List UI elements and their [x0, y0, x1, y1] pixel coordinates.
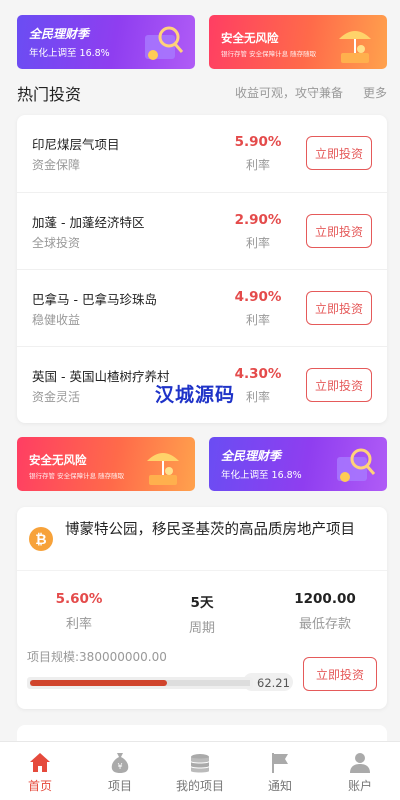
tab-projects[interactable]: ¥ 项目: [80, 742, 160, 800]
banner-subtitle: 年化上调至 16.8%: [29, 48, 110, 59]
tab-label: 我的项目: [175, 779, 224, 793]
tab-label: 项目: [107, 779, 132, 793]
tab-label: 通知: [267, 779, 292, 793]
user-icon: [350, 753, 370, 773]
project-scale: 项目规模:380000000.00: [27, 650, 167, 664]
investment-tag: 稳健收益: [32, 313, 81, 327]
investment-item[interactable]: 巴拿马 - 巴拿马珍珠岛 稳健收益 4.90% 利率 立即投资: [17, 269, 387, 346]
tab-my-projects[interactable]: 我的项目: [160, 742, 240, 800]
tab-home[interactable]: 首页: [0, 742, 80, 800]
umbrella-graphic-icon: [147, 453, 179, 485]
project-title: 博蒙特公园，移民圣基茨的高品质房地产项目: [65, 522, 355, 538]
investment-rate: 4.90%: [234, 289, 282, 305]
investment-tag: 全球投资: [32, 236, 81, 250]
promo-banner-wealth-season[interactable]: 全民理财季 年化上调至 16.8%: [17, 15, 195, 69]
umbrella-graphic-icon: [339, 31, 371, 63]
tab-account[interactable]: 账户: [320, 742, 400, 800]
svg-text:¥: ¥: [117, 762, 122, 771]
rate-label: 利率: [245, 313, 270, 327]
progress-fill: [30, 680, 167, 686]
coin-stack-icon: [191, 754, 209, 773]
investment-name: 加蓬 - 加蓬经济特区: [32, 215, 145, 230]
section-tagline: 收益可观，攻守兼备: [234, 86, 343, 100]
banner-title: 安全无风险: [29, 453, 87, 467]
flag-icon: [272, 753, 288, 773]
promo-banner-wealth-season[interactable]: 全民理财季 年化上调至 16.8%: [209, 437, 387, 491]
investment-name: 巴拿马 - 巴拿马珍珠岛: [32, 292, 157, 307]
banner-subtitle: 银行存管 安全保障计息 随存随取: [29, 472, 125, 480]
money-bag-icon: ¥: [111, 753, 129, 773]
stat-rate: 5.60% 利率: [24, 591, 134, 632]
invest-now-button[interactable]: 立即投资: [306, 136, 372, 170]
investment-rate: 2.90%: [234, 212, 282, 228]
banner-title: 全民理财季: [29, 27, 90, 41]
investment-name: 印尼煤层气项目: [32, 137, 120, 152]
stat-label: 利率: [65, 617, 92, 632]
project-header: ₿ 博蒙特公园，移民圣基茨的高品质房地产项目: [17, 507, 387, 571]
stat-value: 5.60%: [55, 591, 103, 607]
invest-now-button[interactable]: 立即投资: [306, 291, 372, 325]
banner-title: 全民理财季: [221, 449, 282, 463]
investment-rate: 5.90%: [234, 134, 282, 150]
watermark-text: 汉城源码: [155, 384, 236, 406]
more-link[interactable]: 更多: [363, 84, 387, 101]
tab-notifications[interactable]: 通知: [240, 742, 320, 800]
mid-banner-row: 安全无风险 银行存管 安全保障计息 随存随取 全民理财季 年化上调至 16.8%: [17, 437, 387, 491]
stat-value: 5天: [190, 595, 214, 611]
investment-item[interactable]: 加蓬 - 加蓬经济特区 全球投资 2.90% 利率 立即投资: [17, 192, 387, 269]
invest-now-button[interactable]: 立即投资: [303, 657, 377, 691]
investment-tag: 资金灵活: [32, 390, 81, 404]
tab-label: 账户: [347, 779, 372, 793]
top-banner-row: 全民理财季 年化上调至 16.8% 安全无风险 银行存管 安全保障计息 随存随取: [17, 15, 387, 69]
rate-label: 利率: [245, 236, 270, 250]
stat-min-deposit: 1200.00 最低存款: [270, 591, 380, 632]
investment-tag: 资金保障: [32, 158, 81, 172]
stat-period: 5天 周期: [147, 591, 257, 636]
investment-item[interactable]: 印尼煤层气项目 资金保障 5.90% 利率 立即投资: [17, 115, 387, 192]
section-title: 热门投资: [17, 85, 82, 104]
stat-label: 最低存款: [298, 617, 351, 632]
magnifier-graphic-icon: [337, 448, 376, 482]
hot-investments-header: 热门投资 收益可观，攻守兼备 更多: [17, 80, 387, 104]
bottom-tab-bar: 首页 ¥ 项目 我的项目 通知 账户: [0, 741, 400, 800]
invest-now-button[interactable]: 立即投资: [306, 368, 372, 402]
invest-now-button[interactable]: 立即投资: [306, 214, 372, 248]
investment-name: 英国 - 英国山楂树疗养村: [32, 369, 170, 384]
home-icon: [30, 753, 50, 772]
stat-label: 周期: [188, 621, 215, 636]
investment-list: 印尼煤层气项目 资金保障 5.90% 利率 立即投资 加蓬 - 加蓬经济特区 全…: [17, 115, 387, 423]
rate-label: 利率: [245, 158, 270, 172]
magnifier-graphic-icon: [145, 26, 184, 60]
bitcoin-icon: ₿: [29, 527, 53, 551]
progress-percent: 62.21: [257, 676, 290, 690]
promo-banner-safe[interactable]: 安全无风险 银行存管 安全保障计息 随存随取: [209, 15, 387, 69]
stat-value: 1200.00: [294, 591, 356, 607]
featured-project-card[interactable]: ₿ 博蒙特公园，移民圣基茨的高品质房地产项目 5.60% 利率 5天 周期 12…: [17, 507, 387, 709]
promo-banner-safe[interactable]: 安全无风险 银行存管 安全保障计息 随存随取: [17, 437, 195, 491]
banner-title: 安全无风险: [221, 31, 279, 45]
progress-bar: [27, 677, 253, 689]
tab-label: 首页: [27, 779, 52, 793]
banner-subtitle: 年化上调至 16.8%: [221, 470, 302, 481]
banner-subtitle: 银行存管 安全保障计息 随存随取: [221, 50, 317, 58]
